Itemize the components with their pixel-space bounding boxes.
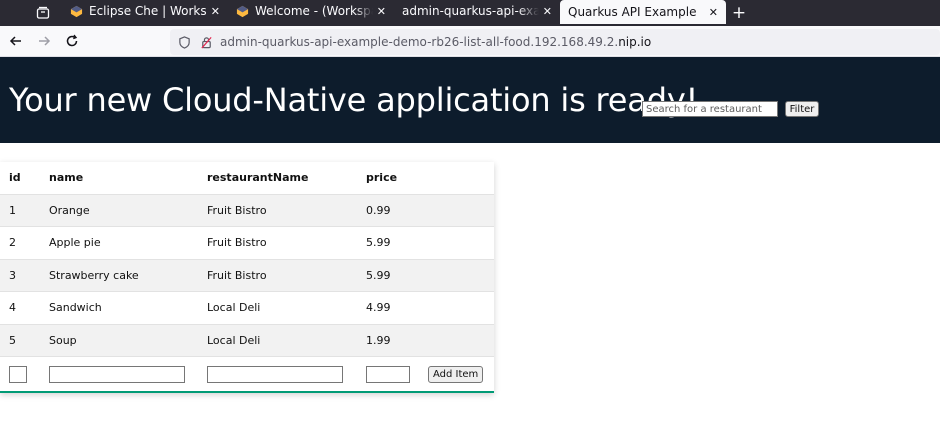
close-icon[interactable]: ✕ — [377, 5, 386, 18]
cell-restaurant-name: Fruit Bistro — [198, 258, 357, 292]
arrow-right-icon — [39, 36, 51, 46]
cell-name: Strawberry cake — [40, 258, 198, 292]
add-cell-name — [40, 356, 198, 393]
arrow-left-icon — [9, 36, 21, 46]
url-bar[interactable]: admin-quarkus-api-example-demo-rb26-list… — [170, 29, 940, 55]
close-icon[interactable]: ✕ — [211, 5, 220, 18]
column-header-price: price — [366, 171, 398, 185]
add-item-button[interactable]: Add Item — [428, 366, 484, 384]
url-host: nip.io — [618, 35, 652, 49]
cell-restaurant-name: Fruit Bistro — [198, 193, 357, 227]
new-id-input[interactable] — [9, 366, 27, 384]
page-header: Your new Cloud-Native application is rea… — [0, 57, 940, 143]
eclipse-che-icon — [70, 5, 83, 17]
tab-strip: Eclipse Che | Workspaces ✕ Welcome - (Wo… — [0, 0, 940, 26]
cell-id: 4 — [0, 291, 40, 324]
cell-price: 0.99 — [357, 193, 423, 227]
tab-welcome-workspace[interactable]: Welcome - (Workspace) - ✕ — [228, 0, 394, 22]
cell-price: 5.99 — [357, 258, 423, 292]
new-restaurant-name-input[interactable] — [207, 366, 343, 384]
cell-price: 4.99 — [357, 291, 423, 324]
page-title: Your new Cloud-Native application is rea… — [9, 81, 699, 119]
tab-title: admin-quarkus-api-example- — [402, 4, 539, 18]
insecure-lock-icon[interactable] — [198, 34, 214, 50]
food-table: id name restaurantName price 1 Orange Fr… — [0, 162, 494, 393]
new-tab-button[interactable]: + — [726, 0, 752, 26]
cell-id: 3 — [0, 258, 40, 292]
column-header-id: id — [9, 171, 21, 185]
cell-name: Sandwich — [40, 291, 198, 324]
cell-actions — [423, 323, 494, 357]
new-name-input[interactable] — [49, 366, 185, 384]
tab-eclipse-che-workspaces[interactable]: Eclipse Che | Workspaces ✕ — [62, 0, 228, 22]
tab-title: Eclipse Che | Workspaces — [89, 4, 207, 18]
eclipse-che-icon — [236, 5, 249, 17]
back-button[interactable] — [2, 27, 30, 55]
cell-name: Orange — [40, 193, 198, 227]
tab-title: Quarkus API Example — [568, 5, 697, 19]
url-path: admin-quarkus-api-example-demo-rb26-list… — [220, 35, 619, 49]
cell-id: 1 — [0, 193, 40, 227]
cell-restaurant-name: Local Deli — [198, 291, 357, 324]
cell-actions — [423, 258, 494, 292]
column-header-restaurant-name: restaurantName — [207, 171, 309, 185]
tab-list-button[interactable] — [28, 0, 58, 26]
cell-restaurant-name: Local Deli — [198, 323, 357, 357]
table-header-row: id name restaurantName price — [0, 162, 494, 194]
column-header-name: name — [49, 171, 84, 185]
cell-actions — [423, 226, 494, 259]
tab-admin-quarkus-api-example[interactable]: admin-quarkus-api-example- ✕ — [394, 0, 560, 22]
reload-icon — [66, 34, 78, 47]
table-row: 1 Orange Fruit Bistro 0.99 — [0, 193, 494, 227]
reload-button[interactable] — [58, 27, 86, 55]
cell-actions — [423, 291, 494, 324]
cell-restaurant-name: Fruit Bistro — [198, 226, 357, 259]
cell-actions — [423, 193, 494, 227]
cell-id: 5 — [0, 323, 40, 357]
cell-id: 2 — [0, 226, 40, 259]
table-row: 5 Soup Local Deli 1.99 — [0, 323, 494, 357]
navigation-toolbar: admin-quarkus-api-example-demo-rb26-list… — [0, 26, 940, 57]
restaurant-search-input[interactable] — [642, 101, 778, 117]
add-item-row: Add Item — [0, 356, 494, 393]
close-icon[interactable]: ✕ — [543, 5, 552, 18]
add-cell-actions: Add Item — [423, 356, 494, 393]
table-row: 2 Apple pie Fruit Bistro 5.99 — [0, 226, 494, 259]
cell-name: Apple pie — [40, 226, 198, 259]
plus-icon: + — [731, 3, 747, 23]
column-header-actions — [423, 162, 494, 194]
table-row: 3 Strawberry cake Fruit Bistro 5.99 — [0, 258, 494, 292]
forward-button[interactable] — [30, 27, 58, 55]
food-table-card: id name restaurantName price 1 Orange Fr… — [0, 162, 494, 393]
filter-button[interactable]: Filter — [785, 101, 819, 117]
tracking-protection-icon[interactable] — [176, 34, 192, 50]
new-price-input[interactable] — [366, 366, 410, 384]
cell-name: Soup — [40, 323, 198, 357]
close-icon[interactable]: ✕ — [709, 6, 718, 19]
cell-price: 5.99 — [357, 226, 423, 259]
cell-price: 1.99 — [357, 323, 423, 357]
add-cell-id — [0, 356, 40, 393]
table-row: 4 Sandwich Local Deli 4.99 — [0, 291, 494, 324]
tab-list-icon — [36, 6, 50, 19]
add-cell-price — [357, 356, 423, 393]
url-text: admin-quarkus-api-example-demo-rb26-list… — [220, 35, 651, 49]
tab-quarkus-api-example[interactable]: Quarkus API Example ✕ — [560, 0, 726, 24]
add-cell-restaurant-name — [198, 356, 357, 393]
tab-title: Welcome - (Workspace) - — [255, 4, 373, 18]
